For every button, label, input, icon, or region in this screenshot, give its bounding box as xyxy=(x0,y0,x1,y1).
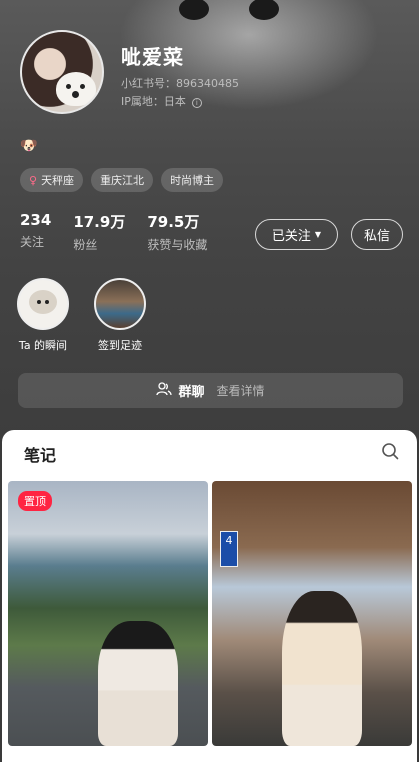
tag-label: 时尚博主 xyxy=(170,174,215,187)
stat-label: 获赞与收藏 xyxy=(147,238,208,252)
stats-row: 234 关注 17.9万 粉丝 79.5万 获赞与收藏 xyxy=(20,211,207,253)
notes-tab-title[interactable]: 笔记 xyxy=(24,442,56,466)
avatar[interactable] xyxy=(20,30,104,114)
stat-value: 79.5万 xyxy=(147,213,200,231)
note-card[interactable]: 置顶 xyxy=(8,481,208,746)
avatar-dog xyxy=(56,72,96,106)
note-card[interactable]: 4 xyxy=(212,481,412,746)
ip-location-text: IP属地：日本 xyxy=(121,95,186,108)
search-icon[interactable] xyxy=(381,442,399,460)
group-chat-title: 群聊 xyxy=(178,385,205,400)
bubble-checkin[interactable]: 签到足迹 xyxy=(85,278,155,353)
tag-list: ♀ 天秤座 重庆江北 时尚博主 xyxy=(20,168,224,192)
stat-value: 17.9万 xyxy=(73,213,126,231)
group-icon xyxy=(156,381,173,400)
dog-eye xyxy=(249,0,279,20)
stat-following[interactable]: 234 关注 xyxy=(20,211,51,253)
notes-panel: 笔记 置顶 4 xyxy=(2,430,417,762)
group-chat-subtitle: 查看详情 xyxy=(216,384,265,398)
stat-likes[interactable]: 79.5万 获赞与收藏 xyxy=(147,211,207,253)
checkin-thumbnail xyxy=(94,278,146,330)
dog-eye xyxy=(179,0,209,20)
stat-label: 粉丝 xyxy=(73,238,98,252)
group-chat-bar[interactable]: 群聊 查看详情 xyxy=(18,373,403,408)
tag-profession: 时尚博主 xyxy=(161,168,224,192)
message-button[interactable]: 私信 xyxy=(351,219,403,250)
username: 呲爱菜 xyxy=(121,45,184,69)
followed-label: 已关注 xyxy=(271,229,311,244)
info-icon[interactable]: i xyxy=(191,98,202,108)
stat-value: 234 xyxy=(20,211,52,229)
pinned-badge: 置顶 xyxy=(18,491,52,511)
bubble-label: 签到足迹 xyxy=(98,339,142,352)
tag-label: 重庆江北 xyxy=(100,174,145,187)
female-icon: ♀ xyxy=(29,173,38,187)
bubble-moments[interactable]: Ta 的瞬间 xyxy=(8,278,78,353)
note-person-figure xyxy=(98,621,178,746)
note-person-figure xyxy=(282,591,362,746)
moments-thumbnail xyxy=(17,278,69,330)
platform-sign: 4 xyxy=(220,531,238,567)
tag-location: 重庆江北 xyxy=(91,168,154,192)
chevron-down-icon: ▼ xyxy=(314,230,322,239)
bio-emoji: 🐶 xyxy=(20,138,38,154)
stat-label: 关注 xyxy=(20,235,45,249)
ip-location: IP属地：日本 i xyxy=(121,93,202,109)
stat-followers[interactable]: 17.9万 粉丝 xyxy=(73,211,125,253)
followed-button[interactable]: 已关注 ▼ xyxy=(255,219,338,250)
tag-zodiac: ♀ 天秤座 xyxy=(20,168,84,192)
tag-label: 天秤座 xyxy=(41,174,75,187)
redbook-id[interactable]: 小红书号：896340485 xyxy=(121,75,239,91)
bubble-label: Ta 的瞬间 xyxy=(18,339,68,352)
